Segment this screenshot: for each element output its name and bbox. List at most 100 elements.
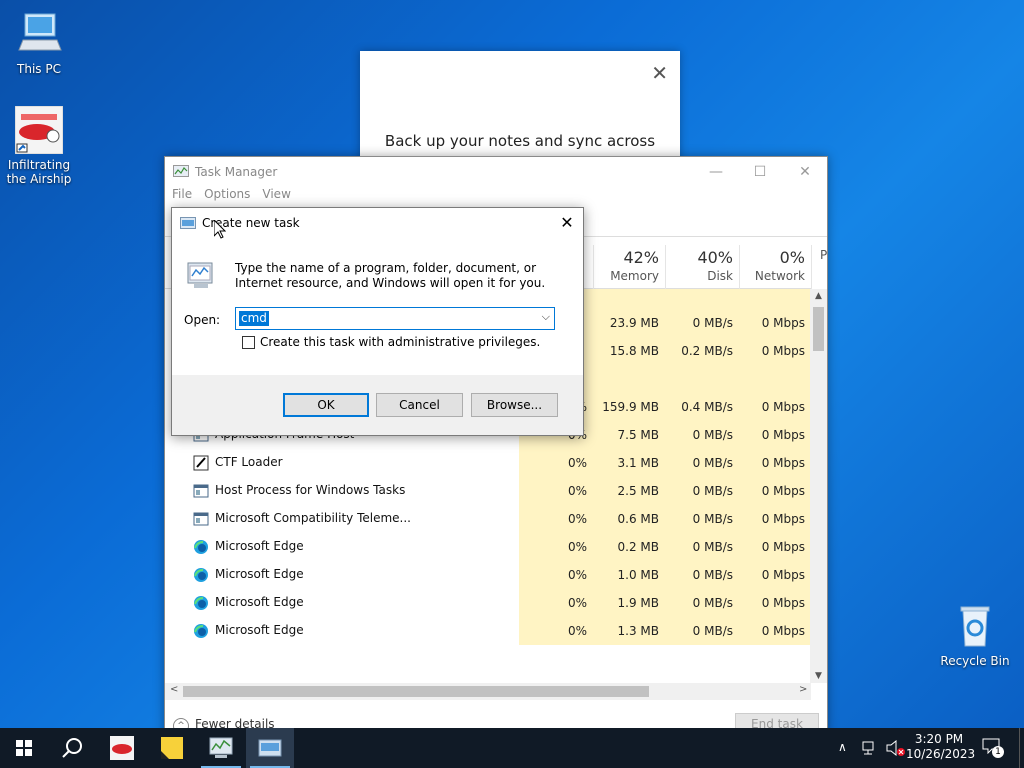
dialog-titlebar[interactable]: Create new task ✕ <box>172 208 583 239</box>
column-power[interactable]: P <box>811 245 827 289</box>
horizontal-scrollbar[interactable]: < > <box>165 683 811 700</box>
process-name: Microsoft Edge <box>215 623 304 637</box>
column-network[interactable]: 0% Network <box>739 245 811 289</box>
open-combobox[interactable]: cmd ⌵ <box>235 307 555 330</box>
close-button[interactable]: ✕ <box>782 157 828 187</box>
show-hidden-icons-chevron-icon[interactable]: ∧ <box>838 740 847 754</box>
table-row[interactable]: Microsoft Compatibility Teleme... 0% 0.6 M… <box>165 505 811 533</box>
scroll-down-icon[interactable]: ▼ <box>810 671 827 681</box>
dialog-body: Type the name of a program, folder, docu… <box>172 239 583 375</box>
airship-game-icon <box>110 736 134 760</box>
cell-mem: 7.5 MB <box>593 421 665 449</box>
desktop-icon-label: Recycle Bin <box>940 654 1010 668</box>
cell-mem: 1.3 MB <box>593 617 665 645</box>
process-name: Microsoft Edge <box>215 539 304 553</box>
cell-disk: 0 MB/s <box>665 505 739 533</box>
clock-time: 3:20 PM <box>914 732 964 746</box>
volume-muted-icon[interactable] <box>886 740 906 756</box>
menu-view[interactable]: View <box>262 187 290 207</box>
cell-cpu: 0% <box>519 617 593 645</box>
process-name: Microsoft Compatibility Teleme... <box>215 511 411 525</box>
desktop-icon-airship[interactable]: Infiltrating the Airship <box>0 105 78 186</box>
run-icon <box>180 217 196 229</box>
table-row[interactable]: Microsoft Edge 0% 1.3 MB 0 MB/s 0 Mbps <box>165 617 811 645</box>
scrollbar-thumb[interactable] <box>183 686 649 697</box>
ok-button[interactable]: OK <box>283 393 369 417</box>
airship-game-icon <box>14 105 64 155</box>
cell-disk: 0 MB/s <box>665 533 739 561</box>
process-name: CTF Loader <box>215 455 283 469</box>
clock-date: 10/26/2023 <box>906 747 976 761</box>
cell-mem: 23.9 MB <box>593 309 665 337</box>
ctf-icon <box>193 455 209 471</box>
cell-mem: 3.1 MB <box>593 449 665 477</box>
admin-privileges-option[interactable]: Create this task with administrative pri… <box>242 335 540 349</box>
cell-disk: 0 MB/s <box>665 477 739 505</box>
cell-net: 0 Mbps <box>739 449 811 477</box>
cell-net: 0 Mbps <box>739 309 811 337</box>
menu-bar: File Options View <box>165 187 827 207</box>
scroll-up-icon[interactable]: ▲ <box>810 291 827 301</box>
cell-mem: 0.6 MB <box>593 505 665 533</box>
cell-net <box>739 289 811 309</box>
desktop-icon-this-pc[interactable]: This PC <box>0 10 78 76</box>
taskbar: ∧ 3:20 PM 10/26/2023 1 <box>0 728 1024 768</box>
cell-net: 0 Mbps <box>739 393 811 421</box>
cancel-button[interactable]: Cancel <box>376 393 463 417</box>
cell-net: 0 Mbps <box>739 337 811 365</box>
cell-cpu: 0% <box>519 561 593 589</box>
maximize-button[interactable]: ☐ <box>737 157 783 187</box>
taskbar-airship-game[interactable] <box>98 728 146 768</box>
cell-disk: 0 MB/s <box>665 589 739 617</box>
scrollbar-thumb[interactable] <box>813 307 824 351</box>
table-row[interactable]: Host Process for Windows Tasks 0% 2.5 MB 0 … <box>165 477 811 505</box>
menu-file[interactable]: File <box>172 187 192 207</box>
cell-disk: 0 MB/s <box>665 449 739 477</box>
close-button[interactable]: ✕ <box>551 208 583 239</box>
task-manager-titlebar[interactable]: Task Manager — ☐ ✕ <box>165 157 827 187</box>
taskbar-run-dialog[interactable] <box>246 728 294 768</box>
table-row[interactable]: Microsoft Edge 0% 0.2 MB 0 MB/s 0 Mbps <box>165 533 811 561</box>
edge-icon <box>193 623 209 639</box>
cell-cpu: 0% <box>519 589 593 617</box>
close-icon[interactable]: ✕ <box>651 61 668 85</box>
taskbar-sticky-notes[interactable] <box>148 728 196 768</box>
open-input-value[interactable]: cmd <box>239 311 269 326</box>
notes-heading: Back up your notes and sync across <box>384 132 656 150</box>
open-label: Open: <box>184 313 221 327</box>
column-disk[interactable]: 40% Disk <box>665 245 739 289</box>
cell-mem <box>593 365 665 393</box>
minimize-button[interactable]: — <box>693 157 739 187</box>
cell-disk <box>665 365 739 393</box>
dialog-description: Type the name of a program, folder, docu… <box>235 261 546 290</box>
table-row[interactable]: CTF Loader 0% 3.1 MB 0 MB/s 0 Mbps <box>165 449 811 477</box>
mouse-cursor-icon <box>214 220 226 239</box>
cell-disk: 0 MB/s <box>665 309 739 337</box>
task-manager-icon <box>209 737 233 758</box>
computer-icon <box>15 10 63 58</box>
taskbar-task-manager[interactable] <box>197 728 245 768</box>
process-name: Microsoft Edge <box>215 595 304 609</box>
search-button[interactable] <box>48 728 96 768</box>
vertical-scrollbar[interactable]: ▲ ▼ <box>810 289 827 683</box>
cell-net: 0 Mbps <box>739 505 811 533</box>
process-name: Host Process for Windows Tasks <box>215 483 406 497</box>
column-memory[interactable]: 42% Memory <box>593 245 665 289</box>
desktop-icon-recycle-bin[interactable]: Recycle Bin <box>936 602 1014 668</box>
window-icon <box>193 483 209 499</box>
admin-privileges-checkbox[interactable] <box>242 335 255 349</box>
table-row[interactable]: Microsoft Edge 0% 1.0 MB 0 MB/s 0 Mbps <box>165 561 811 589</box>
clock[interactable]: 3:20 PM 10/26/2023 <box>906 732 976 762</box>
chevron-down-icon[interactable]: ⌵ <box>542 310 550 324</box>
action-center-button[interactable]: 1 <box>982 738 1006 758</box>
browse-button[interactable]: Browse... <box>471 393 558 417</box>
start-button[interactable] <box>0 728 48 768</box>
menu-options[interactable]: Options <box>204 187 250 207</box>
scroll-left-icon[interactable]: < <box>170 684 178 695</box>
network-icon[interactable] <box>862 740 880 756</box>
show-desktop-button[interactable] <box>1019 728 1024 768</box>
cell-mem: 1.0 MB <box>593 561 665 589</box>
scroll-right-icon[interactable]: > <box>799 684 807 695</box>
cell-cpu: 0% <box>519 477 593 505</box>
table-row[interactable]: Microsoft Edge 0% 1.9 MB 0 MB/s 0 Mbps <box>165 589 811 617</box>
